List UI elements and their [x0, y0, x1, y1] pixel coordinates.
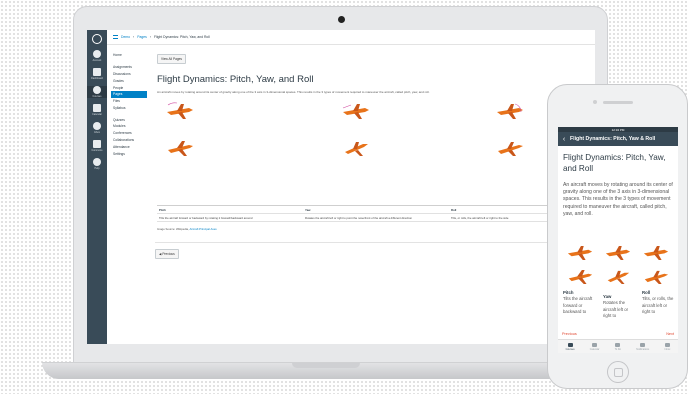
mobile-page-nav: Previous Next — [558, 332, 678, 337]
mobile-pitch-plane — [568, 269, 593, 284]
mobile-page-intro: An aircraft moves by rotating around its… — [563, 182, 673, 217]
mobile-pitch-plane-top — [567, 245, 593, 260]
laptop-notch — [292, 363, 360, 368]
breadcrumb-demo[interactable]: Demo — [121, 35, 130, 39]
laptop-screen: Account Dashboard Courses Calendar Inbox Comm… — [87, 30, 595, 344]
canvas-logo-icon[interactable] — [92, 34, 102, 44]
roll-plane-image-top — [497, 103, 523, 119]
course-nav: Home Assignments Discussions Grades People Pa… — [111, 52, 147, 157]
course-nav-item-assignments[interactable]: Assignments — [111, 64, 147, 71]
laptop-camera — [338, 16, 345, 23]
mobile-pitch-column: Pitch Tilts the aircraft forward or back… — [563, 290, 597, 315]
yaw-plane-image-top — [342, 104, 369, 119]
course-nav-item-home[interactable]: Home — [111, 52, 147, 59]
mobile-yaw-plane-top — [605, 245, 631, 260]
page-intro: An aircraft moves by rotating around its… — [157, 90, 430, 94]
mobile-header-title: Flight Dynamics: Pitch, Yaw & Roll — [570, 136, 656, 142]
mobile-roll-plane-top — [643, 245, 669, 260]
axes-table: Pitch Yaw Roll Tilts the aircraft forwar… — [157, 205, 595, 222]
global-nav-item-calendar[interactable]: Calendar — [87, 104, 107, 116]
mobile-roll-plane — [644, 270, 669, 284]
mobile-previous-link[interactable]: Previous — [562, 332, 577, 337]
table-cell-pitch: Tilts the aircraft forward or backward b… — [159, 215, 253, 220]
tab-notifications[interactable]: Notifications — [636, 343, 649, 351]
image-source-link[interactable]: Aircraft Principal Axes — [190, 227, 217, 231]
breadcrumb: Demo › Pages › Flight Dynamics: Pitch, Y… — [113, 35, 210, 39]
view-all-pages-button[interactable]: View All Pages — [157, 54, 187, 64]
help-icon — [93, 158, 101, 166]
todo-tab-icon — [615, 343, 621, 347]
mobile-yaw-plane — [607, 270, 630, 284]
mobile-page-title: Flight Dynamics: Pitch, Yaw, and Roll — [563, 153, 666, 173]
content-divider — [155, 242, 595, 243]
global-nav-item-account[interactable]: Account — [87, 50, 107, 62]
table-header-yaw: Yaw — [305, 207, 311, 212]
yaw-plane-image — [345, 142, 368, 156]
global-nav-item-help[interactable]: Help — [87, 158, 107, 170]
global-nav-item-dashboard[interactable]: Dashboard — [87, 68, 107, 80]
mobile-title-bar: ‹ Flight Dynamics: Pitch, Yaw & Roll — [558, 132, 678, 146]
mobile-yaw-column: Yaw Rotates the aircraft left or right t… — [603, 294, 637, 319]
course-nav-item-discussions[interactable]: Discussions — [111, 71, 147, 78]
pitch-plane-image — [168, 141, 193, 156]
inbox-icon — [93, 122, 101, 130]
course-nav-item-settings[interactable]: Settings — [111, 150, 147, 157]
course-nav-item-attendance[interactable]: Attendance — [111, 143, 147, 150]
phone-camera — [593, 100, 597, 104]
table-header-pitch: Pitch — [159, 207, 166, 212]
dashboard-icon — [93, 68, 101, 76]
course-nav-item-modules[interactable]: Modules — [111, 123, 147, 130]
breadcrumb-current: Flight Dynamics: Pitch, Yaw, and Roll — [153, 35, 210, 39]
global-nav-item-inbox[interactable]: Inbox — [87, 122, 107, 134]
course-nav-item-collaborations[interactable]: Collaborations — [111, 137, 147, 144]
course-nav-item-grades[interactable]: Grades — [111, 77, 147, 84]
notifications-tab-icon — [640, 343, 646, 347]
roll-plane-image — [498, 142, 523, 156]
tab-to-do[interactable]: To Do — [615, 343, 621, 351]
mobile-pitch-text: Tilts the aircraft forward or backward t… — [563, 296, 593, 314]
course-nav-item-pages[interactable]: Pages — [111, 90, 147, 98]
mobile-roll-column: Roll Tilts, or rolls, the aircraft left … — [642, 290, 676, 315]
tab-calendar[interactable]: Calendar — [590, 343, 599, 351]
course-nav-item-people[interactable]: People — [111, 84, 147, 91]
page-title: Flight Dynamics: Pitch, Yaw, and Roll — [157, 74, 314, 85]
course-nav-item-conferences[interactable]: Conferences — [111, 130, 147, 137]
courses-icon — [93, 86, 101, 94]
pitch-plane-image-top — [167, 102, 193, 119]
header-divider — [107, 44, 595, 45]
table-header-row: Pitch Yaw Roll — [157, 206, 595, 214]
courses-tab-icon — [567, 343, 573, 347]
calendar-icon — [93, 104, 101, 112]
phone-frame: 12:34 PM ‹ Flight Dynamics: Pitch, Yaw &… — [547, 84, 688, 389]
global-nav-item-commons[interactable]: Commons — [87, 140, 107, 152]
inbox-tab-icon — [664, 343, 670, 347]
mobile-tab-bar: Courses Calendar To Do Notifications Inbox — [558, 339, 678, 353]
tab-courses[interactable]: Courses — [566, 343, 575, 351]
breadcrumb-pages[interactable]: Pages — [137, 35, 147, 39]
previous-button[interactable]: ◀ Previous — [155, 249, 179, 259]
course-nav-item-quizzes[interactable]: Quizzes — [111, 116, 147, 123]
table-cell-yaw: Rotates the aircraft left or right to po… — [305, 215, 413, 220]
phone-speaker — [603, 101, 633, 104]
course-nav-item-files[interactable]: Files — [111, 98, 147, 105]
global-nav-item-courses[interactable]: Courses — [87, 86, 107, 98]
phone-screen: 12:34 PM ‹ Flight Dynamics: Pitch, Yaw &… — [558, 127, 678, 353]
commons-icon — [93, 140, 101, 148]
back-arrow-icon[interactable]: ‹ — [558, 136, 570, 143]
image-source-note: Image Source: Wikipedia, Aircraft Princi… — [157, 227, 217, 231]
account-icon — [93, 50, 101, 58]
table-row: Tilts the aircraft forward or backward b… — [157, 214, 595, 222]
status-time: 12:34 PM — [611, 127, 625, 132]
calendar-tab-icon — [592, 343, 598, 347]
home-button[interactable] — [607, 361, 629, 383]
global-nav: Account Dashboard Courses Calendar Inbox Comm… — [87, 30, 107, 344]
tab-inbox[interactable]: Inbox — [664, 343, 670, 351]
mobile-yaw-text: Rotates the aircraft left or right to — [603, 300, 629, 318]
mobile-next-link[interactable]: Next — [666, 332, 674, 337]
mobile-roll-text: Tilts, or rolls, the aircraft left or ri… — [642, 296, 674, 314]
hamburger-icon[interactable] — [113, 35, 118, 39]
course-nav-item-syllabus[interactable]: Syllabus — [111, 104, 147, 111]
